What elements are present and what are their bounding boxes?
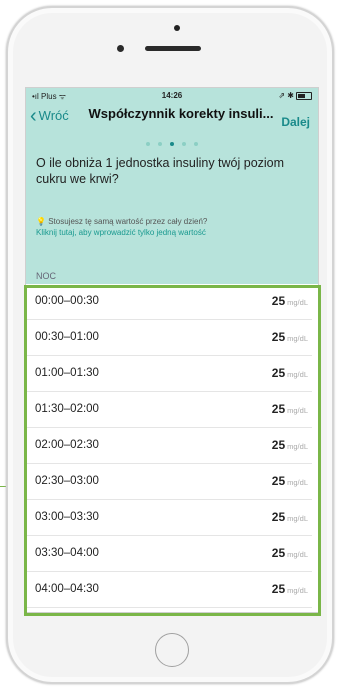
battery-icon bbox=[296, 92, 312, 100]
progress-dot bbox=[158, 142, 162, 146]
status-time: 14:26 bbox=[161, 91, 183, 100]
chevron-left-icon: ‹ bbox=[30, 104, 37, 127]
home-button[interactable] bbox=[155, 633, 189, 667]
next-button[interactable]: Dalej bbox=[281, 115, 310, 129]
section-label: NOC bbox=[36, 271, 56, 281]
hint-link[interactable]: Kliknij tutaj, aby wprowadzić tylko jedn… bbox=[36, 227, 311, 238]
back-label: Wróć bbox=[38, 108, 69, 123]
navigation-bar: ‹ Wróć Współczynnik korekty insuli... Da… bbox=[26, 102, 318, 146]
header-panel: •ıl Plus ᯤ 14:26 ⇗ ✱ ‹ Wróć Współczynnik… bbox=[26, 88, 318, 284]
progress-dot bbox=[170, 142, 174, 146]
status-icons: ⇗ ✱ bbox=[278, 91, 294, 100]
progress-dots bbox=[26, 142, 318, 146]
page-title: Współczynnik korekty insuli... bbox=[88, 106, 274, 121]
lightbulb-icon: 💡 bbox=[36, 217, 46, 226]
hint-question: Stosujesz tę samą wartość przez cały dzi… bbox=[48, 217, 208, 226]
status-bar: •ıl Plus ᯤ 14:26 ⇗ ✱ bbox=[26, 88, 318, 102]
progress-dot bbox=[194, 142, 198, 146]
earpiece-speaker bbox=[145, 46, 201, 51]
highlight-frame bbox=[24, 285, 321, 616]
progress-dot bbox=[182, 142, 186, 146]
front-camera bbox=[117, 45, 124, 52]
proximity-sensor bbox=[174, 25, 180, 31]
same-value-hint[interactable]: 💡 Stosujesz tę samą wartość przez cały d… bbox=[36, 216, 311, 238]
question-text: O ile obniża 1 jednostka insuliny twój p… bbox=[36, 156, 285, 186]
progress-dot bbox=[146, 142, 150, 146]
back-button[interactable]: ‹ Wróć bbox=[30, 104, 69, 127]
hint-line-1: 💡 Stosujesz tę samą wartość przez cały d… bbox=[36, 216, 311, 227]
